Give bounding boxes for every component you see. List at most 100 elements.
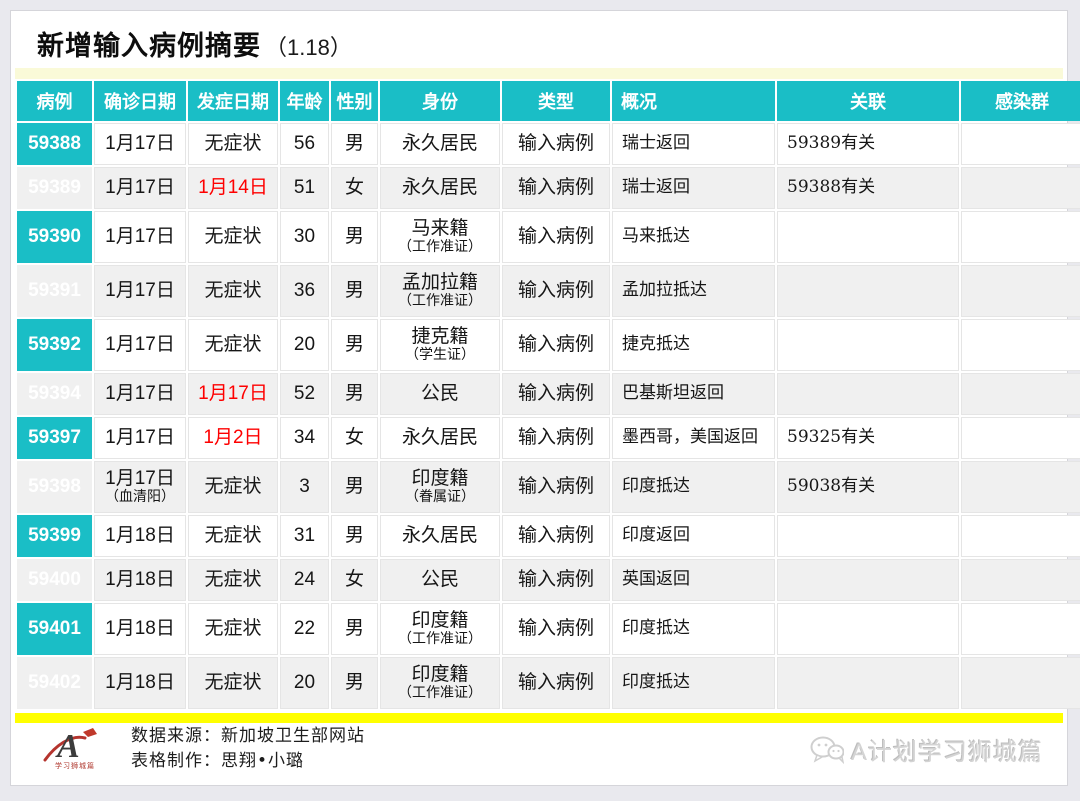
cell-case-number: 59388 (17, 123, 92, 165)
cell-link: 59389有关 (777, 123, 959, 165)
cell-cluster (961, 603, 1080, 655)
cell-age: 34 (280, 417, 329, 459)
cell-cluster (961, 319, 1080, 371)
table-body: 593881月17日无症状56男永久居民输入病例瑞士返回59389有关59389… (17, 123, 1080, 709)
header-row: 病例确诊日期发症日期年龄性别身份类型概况关联感染群 (17, 81, 1080, 121)
cell-onset-date: 无症状 (188, 123, 278, 165)
cell-case-number: 59391 (17, 265, 92, 317)
cell-case-number: 59402 (17, 657, 92, 709)
cell-gender: 男 (331, 657, 378, 709)
svg-text:A: A (55, 728, 80, 765)
cell-overview: 捷克抵达 (612, 319, 775, 371)
page-title-date: （1.18） (265, 35, 352, 60)
cell-age: 24 (280, 559, 329, 601)
cell-onset-date: 1月14日 (188, 167, 278, 209)
cell-type: 输入病例 (502, 373, 610, 415)
cell-link (777, 319, 959, 371)
page-title-text: 新增输入病例摘要 (37, 31, 261, 61)
column-header-2: 确诊日期 (94, 81, 186, 121)
cell-identity-note: （学生证） (385, 348, 495, 363)
cell-confirm-date: 1月17日 (94, 373, 186, 415)
cell-overview: 孟加拉抵达 (612, 265, 775, 317)
cell-case-number: 59390 (17, 211, 92, 263)
cell-onset-date: 1月17日 (188, 373, 278, 415)
cell-case-number: 59389 (17, 167, 92, 209)
cell-cluster (961, 167, 1080, 209)
column-header-5: 性别 (331, 81, 378, 121)
cell-gender: 男 (331, 373, 378, 415)
cell-type: 输入病例 (502, 603, 610, 655)
column-header-7: 类型 (502, 81, 610, 121)
cell-overview: 瑞士返回 (612, 123, 775, 165)
table-row: 593881月17日无症状56男永久居民输入病例瑞士返回59389有关 (17, 123, 1080, 165)
cell-identity: 永久居民 (380, 123, 500, 165)
cell-confirm-date: 1月18日 (94, 657, 186, 709)
cell-identity: 印度籍（工作准证） (380, 603, 500, 655)
column-header-6: 身份 (380, 81, 500, 121)
cell-gender: 男 (331, 515, 378, 557)
cell-case-number: 59399 (17, 515, 92, 557)
column-header-10: 感染群 (961, 81, 1080, 121)
cell-confirm-date: 1月18日 (94, 515, 186, 557)
cell-type: 输入病例 (502, 211, 610, 263)
cell-type: 输入病例 (502, 167, 610, 209)
data-source-line: 数据来源：新加坡卫生部网站 (131, 724, 365, 749)
table-row: 593901月17日无症状30男马来籍（工作准证）输入病例马来抵达 (17, 211, 1080, 263)
cell-confirm-date: 1月18日 (94, 603, 186, 655)
cell-type: 输入病例 (502, 657, 610, 709)
cell-identity-note: （工作准证） (385, 632, 495, 647)
cell-link (777, 603, 959, 655)
cell-gender: 男 (331, 265, 378, 317)
cell-age: 20 (280, 657, 329, 709)
table-row: 593981月17日（血清阳）无症状3男印度籍（眷属证）输入病例印度抵达5903… (17, 461, 1080, 513)
cell-case-number: 59401 (17, 603, 92, 655)
column-header-8: 概况 (612, 81, 775, 121)
cell-identity-note: （眷属证） (385, 490, 495, 505)
footer-logo: A 学习狮城篇 (41, 724, 113, 775)
cell-confirm-date: 1月18日 (94, 559, 186, 601)
cell-confirm-date: 1月17日 (94, 265, 186, 317)
cell-overview: 巴基斯坦返回 (612, 373, 775, 415)
cell-identity: 马来籍（工作准证） (380, 211, 500, 263)
cell-identity: 永久居民 (380, 167, 500, 209)
cell-type: 输入病例 (502, 461, 610, 513)
cell-gender: 男 (331, 461, 378, 513)
cell-onset-date: 无症状 (188, 603, 278, 655)
wechat-watermark: A计划学习狮城篇 (810, 732, 1043, 767)
cell-case-number: 59398 (17, 461, 92, 513)
cell-age: 52 (280, 373, 329, 415)
cell-type: 输入病例 (502, 265, 610, 317)
cell-onset-date: 无症状 (188, 515, 278, 557)
cell-identity-note: （工作准证） (385, 294, 495, 309)
cell-overview: 印度抵达 (612, 461, 775, 513)
table-row: 593891月17日1月14日51女永久居民输入病例瑞士返回59388有关 (17, 167, 1080, 209)
cell-link: 59388有关 (777, 167, 959, 209)
cell-onset-date: 无症状 (188, 657, 278, 709)
cell-overview: 印度抵达 (612, 657, 775, 709)
cell-gender: 男 (331, 319, 378, 371)
cell-onset-date: 1月2日 (188, 417, 278, 459)
cell-gender: 女 (331, 559, 378, 601)
cell-identity: 印度籍（工作准证） (380, 657, 500, 709)
cell-identity: 公民 (380, 559, 500, 601)
cell-link (777, 265, 959, 317)
cell-case-number: 59392 (17, 319, 92, 371)
column-header-9: 关联 (777, 81, 959, 121)
table-row: 593941月17日1月17日52男公民输入病例巴基斯坦返回 (17, 373, 1080, 415)
cell-cluster (961, 559, 1080, 601)
footer-divider-bar (15, 713, 1063, 723)
cell-identity: 永久居民 (380, 417, 500, 459)
cell-cluster (961, 265, 1080, 317)
cell-link (777, 373, 959, 415)
cell-link (777, 515, 959, 557)
cell-age: 31 (280, 515, 329, 557)
cell-age: 3 (280, 461, 329, 513)
column-header-4: 年龄 (280, 81, 329, 121)
cell-type: 输入病例 (502, 123, 610, 165)
cell-link (777, 211, 959, 263)
cell-link (777, 559, 959, 601)
logo-caption: 学习狮城篇 (55, 761, 95, 770)
cell-identity: 捷克籍（学生证） (380, 319, 500, 371)
cell-link: 59325有关 (777, 417, 959, 459)
cell-onset-date: 无症状 (188, 559, 278, 601)
